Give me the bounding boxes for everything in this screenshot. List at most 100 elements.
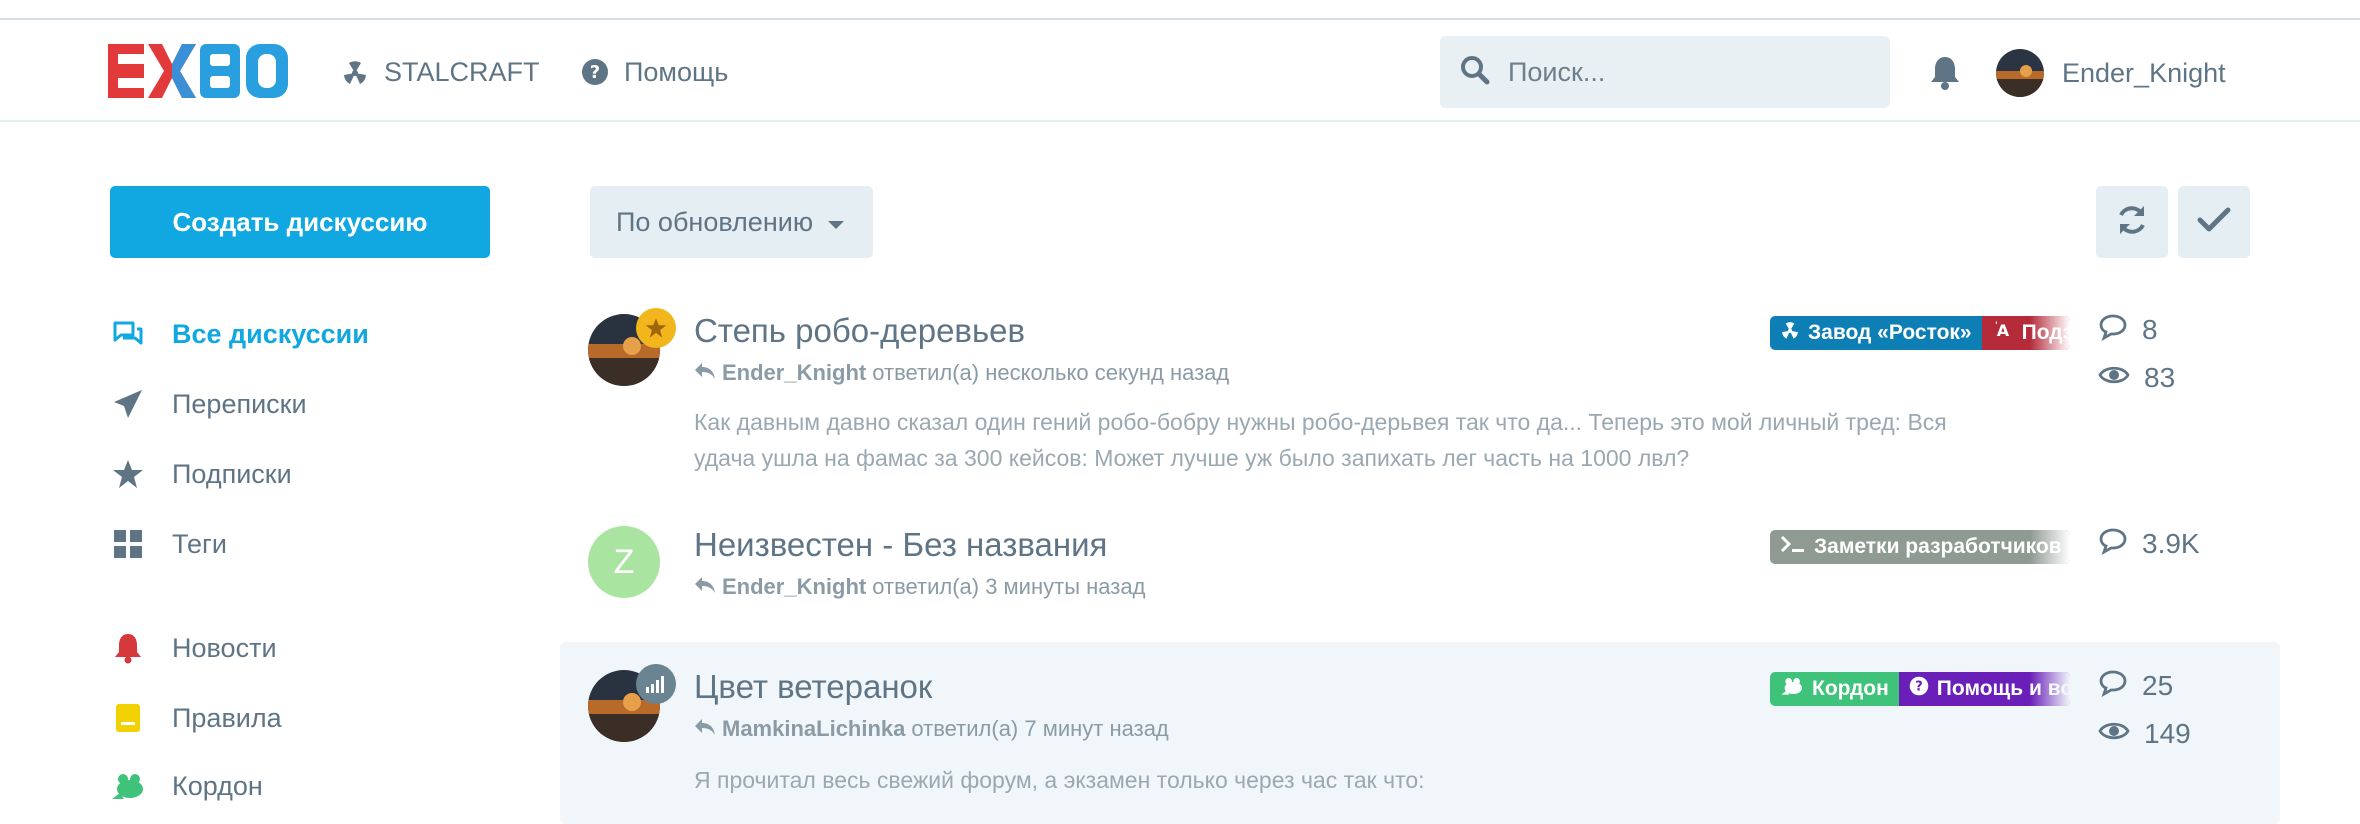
sidebar-item-label: Подписки: [172, 458, 292, 489]
discussion-item[interactable]: Цвет ветеранок MamkinaLichinka ответил(а…: [560, 642, 2280, 824]
discussion-last-user[interactable]: MamkinaLichinka: [722, 716, 905, 742]
discussion-last-action: ответил(а) несколько секунд назад: [872, 360, 1230, 385]
tag[interactable]: Кордон: [1770, 672, 1899, 706]
tag-label: Заметки разработчиков: [1814, 535, 2062, 558]
frog-icon: [110, 768, 146, 804]
tag[interactable]: Завод «Росток»: [1770, 316, 1982, 350]
discussion-meta: Ender_Knight ответил(а) 3 минуты назад: [694, 574, 1145, 600]
discussion-title[interactable]: Неизвестен - Без названия: [694, 526, 1107, 564]
discussion-excerpt: Я прочитал весь свежий форум, а экзамен …: [694, 767, 1425, 793]
search-box[interactable]: [1440, 36, 1890, 108]
discussion-meta: MamkinaLichinka ответил(а) 7 минут назад: [694, 716, 1169, 742]
create-discussion-button[interactable]: Создать дискуссию: [110, 186, 490, 258]
radiation-icon: [340, 57, 370, 87]
nav-stalcraft-label: STALCRAFT: [384, 56, 540, 87]
featured-star-badge: [636, 308, 676, 348]
sidebar-item-rules[interactable]: Правила: [110, 698, 282, 738]
mark-all-read-button[interactable]: [2178, 186, 2250, 258]
reply-icon: [694, 716, 716, 742]
svg-text:A: A: [1996, 321, 2009, 340]
avatar: [1996, 49, 2044, 97]
tag-label: Кордон: [1812, 677, 1889, 700]
comments-icon: [110, 316, 146, 352]
terminal-icon: [1780, 534, 1806, 560]
view-count-value: 149: [2144, 718, 2191, 749]
reply-icon: [694, 574, 716, 600]
reply-count: 25: [2098, 668, 2173, 704]
paper-plane-icon: [110, 386, 146, 422]
discussion-title[interactable]: Цвет ветеранок: [694, 668, 932, 706]
eye-icon: [2098, 718, 2130, 750]
sort-dropdown[interactable]: По обновлению: [590, 186, 873, 258]
star-icon: [110, 456, 146, 492]
refresh-button[interactable]: [2096, 186, 2168, 258]
search-input[interactable]: [1508, 56, 1888, 88]
discussion-last-action: ответил(а) 3 минуты назад: [872, 574, 1146, 599]
sidebar-item-label: Теги: [172, 528, 227, 559]
comment-icon: [2098, 527, 2128, 562]
discussion-tags: Завод «Росток» A' Подземка: [1770, 316, 2070, 350]
sidebar-item-messages[interactable]: Переписки: [110, 384, 307, 424]
nav-help[interactable]: ? Помощь: [580, 52, 728, 92]
sort-dropdown-label: По обновлению: [616, 206, 814, 237]
view-count: 149: [2098, 716, 2191, 752]
reply-count-value: 25: [2142, 670, 2174, 701]
comment-icon: [2098, 669, 2128, 704]
discussion-title[interactable]: Степь робо-деревьев: [694, 312, 1025, 350]
nav-help-label: Помощь: [624, 56, 729, 87]
note-icon: [110, 700, 146, 736]
sidebar-item-label: Кордон: [172, 770, 263, 801]
user-name: Ender_Knight: [2062, 57, 2226, 88]
reply-count-value: 8: [2142, 314, 2158, 345]
discussion-tags: Заметки разработчиков: [1770, 530, 2070, 564]
reply-count: 3.9K: [2098, 526, 2200, 562]
signal-badge: [636, 664, 676, 704]
reply-count: 8: [2098, 312, 2158, 348]
tag-label: Завод «Росток»: [1808, 321, 1972, 344]
sidebar-item-label: Новости: [172, 632, 277, 663]
reply-icon: [694, 360, 716, 386]
tag[interactable]: A' Подземка: [1981, 316, 2070, 350]
notifications-bell-icon[interactable]: [1928, 54, 1962, 90]
discussion-tags: Кордон ? Помощь и вопросы: [1770, 672, 2070, 706]
discussion-meta: Ender_Knight ответил(а) несколько секунд…: [694, 360, 1229, 386]
caret-down-icon: [827, 207, 845, 238]
sidebar-item-cordon[interactable]: Кордон: [110, 766, 263, 806]
sidebar-item-label: Все дискуссии: [172, 318, 369, 349]
sidebar-item-label: Переписки: [172, 388, 307, 419]
question-circle-icon: ?: [580, 57, 610, 87]
eye-icon: [2098, 362, 2130, 394]
exbo-logo[interactable]: [108, 40, 290, 102]
check-icon: [2197, 206, 2231, 239]
discussion-last-user[interactable]: Ender_Knight: [722, 360, 866, 386]
tag[interactable]: Заметки разработчиков: [1770, 530, 2070, 564]
tag-label: Помощь и вопросы: [1936, 677, 2070, 700]
browser-top-strip: [0, 0, 2360, 20]
bell-icon: [110, 630, 146, 666]
site-header: STALCRAFT ? Помощь Ender_Knight: [0, 22, 2360, 122]
nav-stalcraft[interactable]: STALCRAFT: [340, 52, 540, 92]
sidebar-item-news[interactable]: Новости: [110, 628, 277, 668]
sidebar-item-all-discussions[interactable]: Все дискуссии: [110, 314, 369, 354]
frog-icon: [1780, 676, 1804, 702]
discussion-last-action: ответил(а) 7 минут назад: [911, 716, 1169, 741]
comment-icon: [2098, 313, 2128, 348]
svg-text:?: ?: [1915, 679, 1922, 694]
grid-icon: [110, 526, 146, 562]
user-menu[interactable]: Ender_Knight: [1996, 48, 2226, 98]
question-circle-icon: ?: [1909, 676, 1929, 702]
search-icon: [1460, 55, 1490, 90]
sidebar-item-label: Правила: [172, 702, 282, 733]
discussion-item[interactable]: Степь робо-деревьев Ender_Knight ответил…: [560, 300, 2280, 490]
view-count-value: 83: [2144, 362, 2176, 393]
sidebar-item-following[interactable]: Подписки: [110, 454, 292, 494]
discussion-item[interactable]: Z Неизвестен - Без названия Ender_Knight…: [560, 514, 2280, 634]
discussion-last-user[interactable]: Ender_Knight: [722, 574, 866, 600]
tag[interactable]: ? Помощь и вопросы: [1898, 672, 2070, 706]
reply-count-value: 3.9K: [2142, 528, 2200, 559]
tag-label: Подземка: [2021, 321, 2070, 344]
avatar[interactable]: Z: [588, 526, 660, 598]
translate-icon: A ': [1992, 320, 2014, 346]
sidebar-item-tags[interactable]: Теги: [110, 524, 227, 564]
view-count: 83: [2098, 360, 2175, 396]
